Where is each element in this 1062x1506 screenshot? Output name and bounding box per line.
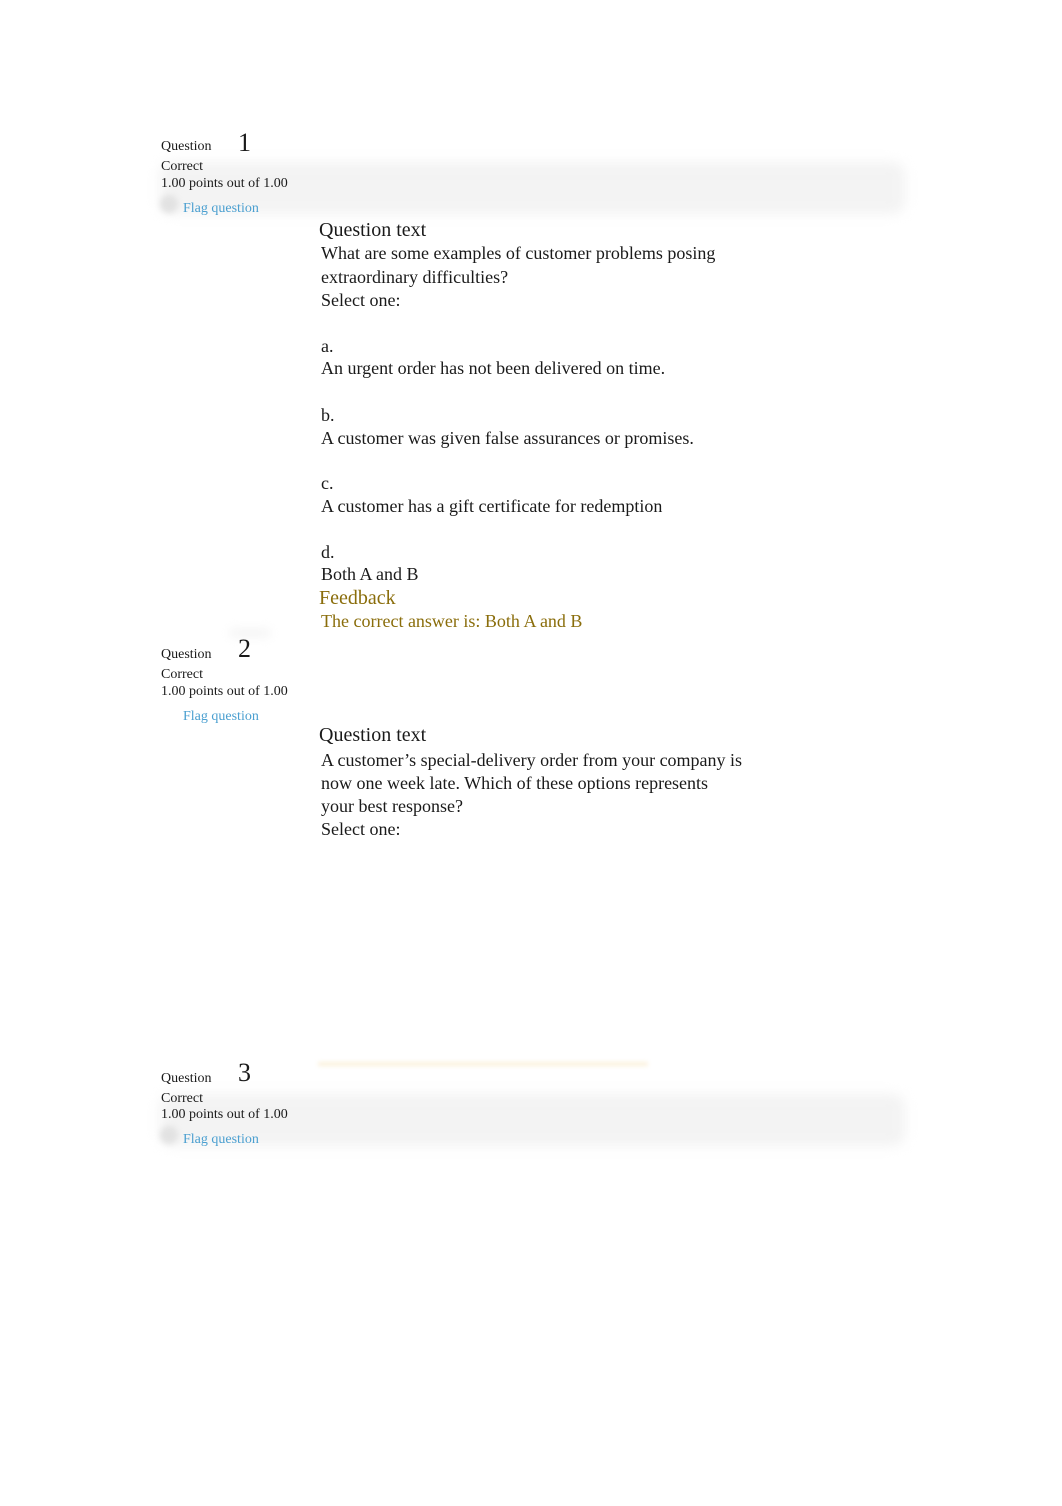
question-number: 2 (238, 634, 251, 663)
question-state: Correct (161, 1091, 203, 1106)
option-letter: a. (321, 336, 334, 356)
question-prompt-line: extraordinary difficulties? (321, 267, 509, 287)
option-letter: c. (321, 473, 334, 493)
question-prompt-line: your best response? (321, 796, 463, 816)
question-label: Question (161, 647, 212, 662)
question-label: Question (161, 139, 212, 154)
select-one-label: Select one: (321, 819, 401, 839)
question-grade: 1.00 points out of 1.00 (161, 176, 288, 191)
feedback-divider (318, 1062, 648, 1066)
question-prompt-line: now one week late. Which of these option… (321, 773, 709, 793)
question-grade: 1.00 points out of 1.00 (161, 1107, 288, 1122)
option-text: An urgent order has not been delivered o… (321, 358, 666, 378)
option-text: Both A and B (321, 564, 419, 584)
question-state: Correct (161, 667, 203, 682)
question-number: 1 (238, 128, 251, 157)
feedback-heading: Feedback (319, 587, 396, 609)
question-text-heading: Question text (319, 724, 427, 746)
flag-question-link[interactable]: Flag question (183, 1132, 259, 1148)
question-prompt-line: A customer’s special-delivery order from… (321, 750, 743, 770)
flag-question-link[interactable]: Flag question (183, 709, 259, 725)
option-letter: b. (321, 405, 335, 425)
option-text: A customer has a gift certificate for re… (321, 496, 663, 516)
feedback-text: The correct answer is: Both A and B (321, 611, 583, 631)
question-state: Correct (161, 159, 203, 174)
question-number: 3 (238, 1058, 251, 1087)
flag-question-link[interactable]: Flag question (183, 201, 259, 217)
question-grade: 1.00 points out of 1.00 (161, 684, 288, 699)
question-text-heading: Question text (319, 219, 427, 241)
question-3-flag-dot (160, 1126, 178, 1144)
question-prompt-line: What are some examples of customer probl… (321, 243, 716, 263)
option-text: A customer was given false assurances or… (321, 428, 694, 448)
question-1-flag-dot (160, 195, 178, 213)
option-letter: d. (321, 542, 335, 562)
select-one-label: Select one: (321, 290, 401, 310)
question-label: Question (161, 1071, 212, 1086)
